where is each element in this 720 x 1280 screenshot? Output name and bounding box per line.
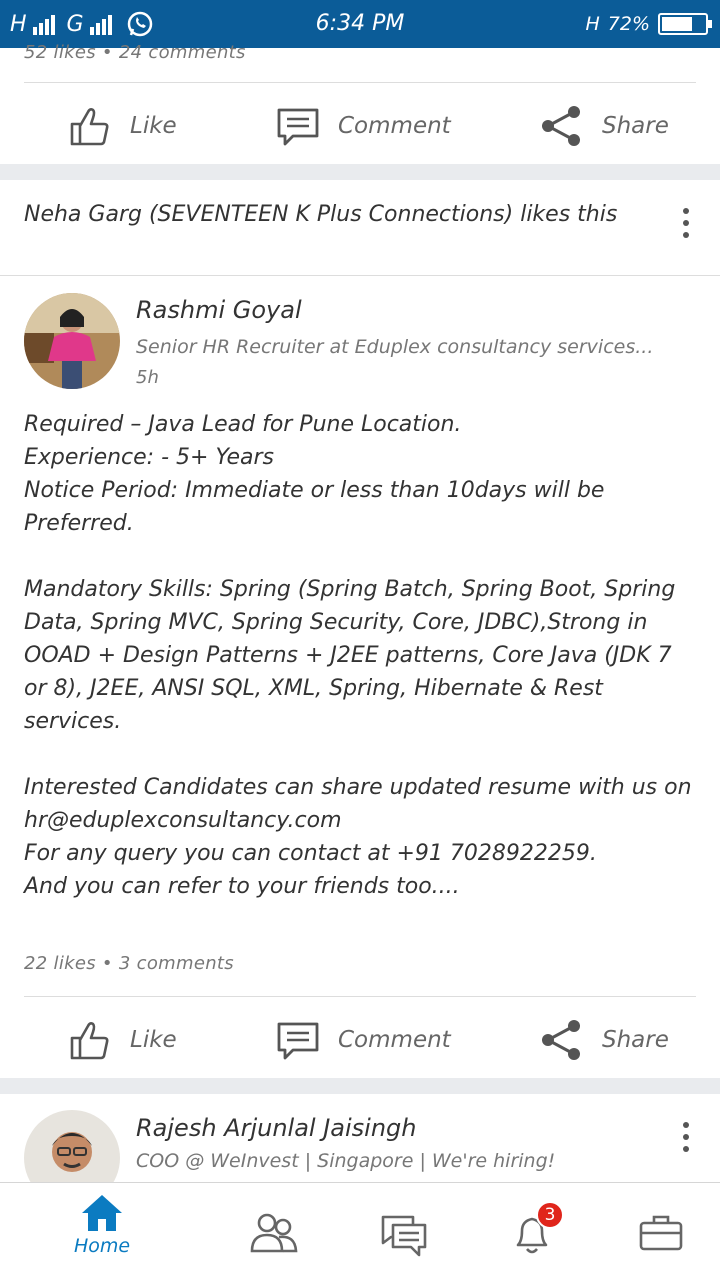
home-icon bbox=[82, 1195, 122, 1231]
divider bbox=[0, 275, 720, 276]
share-button[interactable]: Share bbox=[540, 998, 669, 1082]
comment-button[interactable]: Comment bbox=[276, 84, 451, 168]
like-label: Like bbox=[130, 1027, 177, 1053]
avatar-photo bbox=[24, 293, 120, 389]
people-icon bbox=[250, 1213, 298, 1253]
share-button[interactable]: Share bbox=[540, 84, 669, 168]
thumbs-up-icon bbox=[70, 1022, 109, 1060]
post-body: Required – Java Lead for Pune Location. … bbox=[24, 408, 696, 903]
battery-percent: 72% bbox=[607, 13, 650, 35]
comment-icon bbox=[277, 108, 319, 146]
feed-card-previous: 52 likes • 24 comments Like Comment Shar… bbox=[0, 42, 720, 164]
feed-card-next: Rajesh Arjunlal Jaisingh COO @ WeInvest … bbox=[0, 1094, 720, 1206]
divider bbox=[24, 82, 696, 83]
status-right: H 72% bbox=[585, 0, 712, 48]
share-label: Share bbox=[602, 1027, 669, 1053]
nav-jobs[interactable] bbox=[636, 1183, 686, 1280]
body-line: Interested Candidates can share updated … bbox=[24, 775, 699, 833]
like-button[interactable]: Like bbox=[68, 84, 177, 168]
body-line: Required – Java Lead for Pune Location. bbox=[24, 412, 462, 437]
nav-messages[interactable] bbox=[380, 1183, 428, 1280]
post-time: 5h bbox=[136, 367, 159, 388]
briefcase-icon bbox=[639, 1215, 683, 1251]
post-actions: Like Comment Share bbox=[0, 84, 720, 168]
status-bar: H G 6:34 PM H 72% bbox=[0, 0, 720, 48]
notifications-badge: 3 bbox=[536, 1201, 564, 1229]
like-label: Like bbox=[130, 113, 177, 139]
share-icon bbox=[542, 1020, 580, 1060]
post-actions: Like Comment Share bbox=[0, 998, 720, 1082]
share-label: Share bbox=[602, 113, 669, 139]
bottom-nav: Home 3 bbox=[0, 1182, 720, 1280]
author-headline: Senior HR Recruiter at Eduplex consultan… bbox=[136, 336, 654, 358]
battery-icon bbox=[658, 13, 712, 35]
feed-card-main: Neha Garg (SEVENTEEN K Plus Connections)… bbox=[0, 180, 720, 1078]
more-options-icon[interactable] bbox=[682, 1122, 690, 1152]
body-line: Mandatory Skills: Spring (Spring Batch, … bbox=[24, 577, 683, 734]
comment-icon bbox=[277, 1022, 319, 1060]
author-headline: COO @ WeInvest | Singapore | We're hirin… bbox=[136, 1150, 556, 1172]
thumbs-up-icon bbox=[70, 108, 109, 146]
body-line: For any query you can contact at +91 702… bbox=[24, 841, 597, 866]
body-line: And you can refer to your friends too...… bbox=[24, 874, 460, 899]
body-line: Experience: - 5+ Years bbox=[24, 445, 274, 470]
nav-home[interactable]: Home bbox=[60, 1183, 144, 1280]
comment-button[interactable]: Comment bbox=[276, 998, 451, 1082]
nav-network[interactable] bbox=[246, 1183, 302, 1280]
nav-notifications[interactable]: 3 bbox=[508, 1183, 564, 1280]
post-stats[interactable]: 52 likes • 24 comments bbox=[24, 42, 246, 63]
network-type-3: H bbox=[585, 13, 600, 35]
post-stats[interactable]: 22 likes • 3 comments bbox=[24, 953, 234, 974]
body-line: Notice Period: Immediate or less than 10… bbox=[24, 478, 612, 536]
divider bbox=[24, 996, 696, 997]
comment-label: Comment bbox=[338, 113, 451, 139]
body-line: ​ bbox=[24, 738, 696, 771]
more-options-icon[interactable] bbox=[682, 208, 690, 238]
share-icon bbox=[542, 106, 580, 146]
avatar[interactable] bbox=[24, 293, 120, 389]
comment-label: Comment bbox=[338, 1027, 451, 1053]
author-name[interactable]: Rajesh Arjunlal Jaisingh bbox=[136, 1114, 417, 1142]
social-context[interactable]: Neha Garg (SEVENTEEN K Plus Connections)… bbox=[24, 200, 634, 230]
author-name[interactable]: Rashmi Goyal bbox=[136, 296, 302, 324]
nav-home-label: Home bbox=[73, 1235, 131, 1257]
like-button[interactable]: Like bbox=[68, 998, 177, 1082]
messages-icon bbox=[381, 1215, 427, 1257]
body-line: ​ bbox=[24, 540, 696, 573]
